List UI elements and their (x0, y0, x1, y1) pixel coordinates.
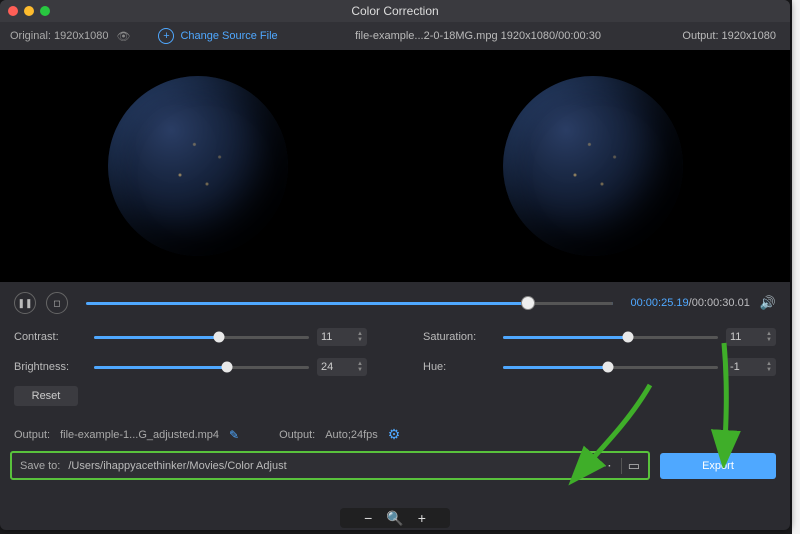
edit-filename-icon[interactable]: ✎ (229, 428, 239, 442)
playback-row: ❚❚ ◻ 00:00:25.19/00:00:30.01 🔊 (14, 292, 776, 314)
original-resolution-label: Original: 1920x1080 (10, 30, 108, 42)
save-path-box: Save to: /Users/ihappyacethinker/Movies/… (10, 451, 650, 480)
saturation-label: Saturation: (423, 331, 495, 343)
save-path: /Users/ihappyacethinker/Movies/Color Adj… (68, 460, 589, 472)
output-row: Output: file-example-1...G_adjusted.mp4 … (14, 426, 776, 443)
zoom-in-button[interactable]: + (418, 510, 426, 526)
brightness-slider[interactable] (94, 366, 309, 369)
app-window: Color Correction Original: 1920x1080 👁 +… (0, 0, 790, 530)
export-button[interactable]: Export (660, 453, 776, 479)
zoom-toolbar: − 🔍 + (340, 508, 450, 528)
source-file-info: file-example...2-0-18MG.mpg 1920x1080/00… (288, 30, 669, 42)
timeline-slider[interactable] (86, 302, 613, 305)
time-display: 00:00:25.19/00:00:30.01 (631, 297, 750, 309)
toolbar: Original: 1920x1080 👁 + Change Source Fi… (0, 22, 790, 50)
stop-button[interactable]: ◻ (46, 292, 68, 314)
window-title: Color Correction (0, 4, 790, 18)
change-source-label: Change Source File (180, 30, 277, 42)
hue-label: Hue: (423, 361, 495, 373)
settings-gear-icon[interactable]: ⚙ (388, 426, 401, 443)
preview-area (0, 50, 790, 282)
change-source-button[interactable]: + Change Source File (158, 28, 277, 44)
browse-button[interactable]: ⋯ (590, 457, 621, 474)
hue-slider[interactable] (503, 366, 718, 369)
current-time: 00:00:25.19 (631, 297, 689, 309)
magnifier-icon[interactable]: 🔍 (386, 510, 403, 527)
contrast-value[interactable]: 11▲▼ (317, 328, 367, 346)
brightness-label: Brightness: (14, 361, 86, 373)
save-to-label: Save to: (20, 460, 60, 472)
brightness-value[interactable]: 24▲▼ (317, 358, 367, 376)
output-filename: file-example-1...G_adjusted.mp4 (60, 429, 219, 441)
plus-circle-icon: + (158, 28, 174, 44)
saturation-value[interactable]: 11▲▼ (726, 328, 776, 346)
saturation-slider[interactable] (503, 336, 718, 339)
save-row: Save to: /Users/ihappyacethinker/Movies/… (10, 451, 780, 480)
output-label: Output: (14, 429, 50, 441)
contrast-slider[interactable] (94, 336, 309, 339)
zoom-out-button[interactable]: − (364, 510, 372, 526)
pause-button[interactable]: ❚❚ (14, 292, 36, 314)
adjustment-sliders: Contrast: 11▲▼ Saturation: 11▲▼ Brightne… (14, 328, 776, 376)
titlebar: Color Correction (0, 0, 790, 22)
output-format: Auto;24fps (325, 429, 378, 441)
timeline-thumb[interactable] (521, 296, 535, 310)
stepper-icon[interactable]: ▲▼ (766, 331, 772, 343)
output-format-label: Output: (279, 429, 315, 441)
total-time: /00:00:30.01 (689, 297, 750, 309)
hue-value[interactable]: -1▲▼ (726, 358, 776, 376)
volume-icon[interactable]: 🔊 (760, 295, 776, 311)
stepper-icon[interactable]: ▲▼ (357, 331, 363, 343)
open-folder-icon[interactable]: ▭ (621, 458, 640, 474)
output-resolution-label: Output: 1920x1080 (668, 30, 790, 42)
adjusted-preview (395, 50, 790, 282)
stepper-icon[interactable]: ▲▼ (357, 361, 363, 373)
contrast-label: Contrast: (14, 331, 86, 343)
preview-eye-icon[interactable]: 👁 (116, 30, 130, 43)
reset-button[interactable]: Reset (14, 386, 78, 406)
original-preview (0, 50, 395, 282)
stepper-icon[interactable]: ▲▼ (766, 361, 772, 373)
